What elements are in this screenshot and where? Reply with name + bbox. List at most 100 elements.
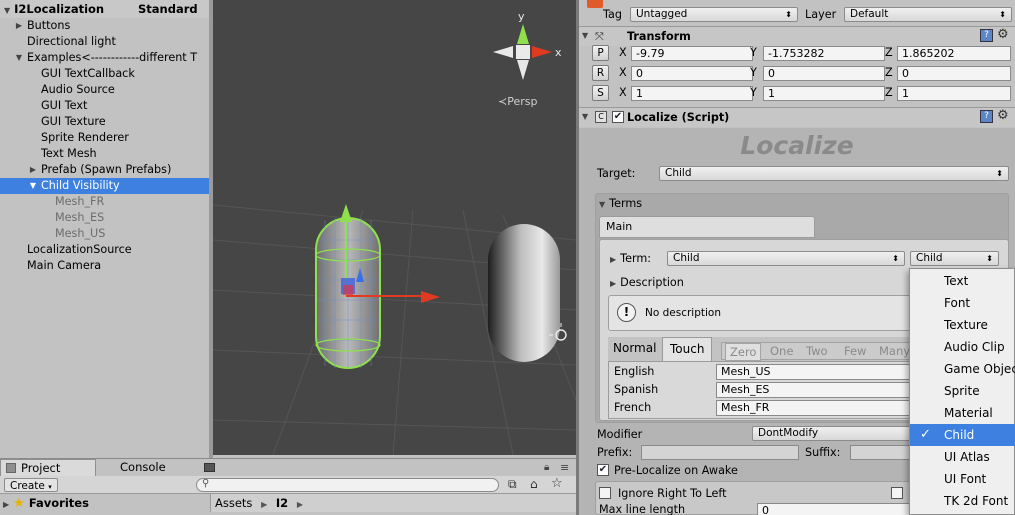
position-z-input[interactable]: 1.865202	[897, 46, 1011, 61]
script-enabled-checkbox[interactable]: ✔	[612, 111, 624, 123]
menu-item-label: Game Object	[944, 362, 1015, 376]
menu-item[interactable]: ✓ Child	[910, 424, 1015, 446]
capsule-mesh[interactable]	[488, 224, 560, 362]
favorites-row[interactable]: ▶ ★ Favorites	[0, 494, 209, 512]
hierarchy-item[interactable]: Mesh_US	[0, 226, 209, 242]
ignore-rtl-checkbox[interactable]	[599, 487, 611, 499]
lock-icon[interactable]: 🔒︎	[544, 462, 549, 473]
hierarchy-item[interactable]: Mesh_ES	[0, 210, 209, 226]
console-icon	[204, 463, 215, 472]
rotation-x-input[interactable]: 0	[631, 66, 753, 81]
hierarchy-item[interactable]: GUI Texture	[0, 114, 209, 130]
hierarchy-root-row[interactable]: ▼ I2Localization Standard	[0, 0, 209, 18]
tab-project-label: Project	[21, 461, 61, 475]
hierarchy-item[interactable]: Audio Source	[0, 82, 209, 98]
menu-item[interactable]: Material	[910, 402, 1015, 424]
hierarchy-item[interactable]: GUI TextCallback	[0, 66, 209, 82]
hierarchy-item[interactable]: GUI Text	[0, 98, 209, 114]
tab-console[interactable]: Console	[100, 459, 215, 476]
menu-item-label: Material	[944, 406, 993, 420]
hierarchy-item[interactable]: Main Camera	[0, 258, 209, 274]
plural-tab-zero[interactable]: Zero	[725, 343, 762, 361]
plural-tab-one[interactable]: One	[766, 343, 797, 361]
modifier-dropdown[interactable]: DontModify	[752, 426, 912, 441]
rotation-reset-button[interactable]: R	[592, 65, 609, 81]
check-icon: ✓	[920, 427, 931, 442]
menu-item[interactable]: Game Object	[910, 358, 1015, 380]
perspective-label[interactable]: ≺Persp	[498, 95, 537, 108]
expand-down-icon[interactable]: ▼	[14, 50, 24, 66]
hierarchy-item[interactable]: Directional light	[0, 34, 209, 50]
help-icon[interactable]: ?	[980, 29, 993, 42]
term-toggle[interactable]: ▶ Term:	[610, 252, 651, 265]
favorite-star-icon[interactable]: ☆	[551, 476, 563, 491]
max-line-input[interactable]: 0	[757, 503, 912, 515]
scale-z-input[interactable]: 1	[897, 86, 1011, 101]
scale-reset-button[interactable]: S	[592, 85, 609, 101]
translation-input[interactable]: Mesh_FR	[716, 400, 938, 416]
tab-project[interactable]: Project	[0, 459, 96, 476]
menu-item[interactable]: Font	[910, 292, 1015, 314]
scale-x-input[interactable]: 1	[631, 86, 753, 101]
expand-down-icon[interactable]: ▼	[28, 178, 38, 194]
panel-menu-icon[interactable]: ≡	[560, 461, 569, 474]
tag-dropdown[interactable]: Untagged ⬍	[630, 7, 798, 22]
mode-touch-tab[interactable]: Touch	[662, 337, 713, 361]
rotation-z-label: Z	[885, 66, 893, 79]
translation-input[interactable]: Mesh_US	[716, 364, 938, 380]
hierarchy-item[interactable]: Mesh_FR	[0, 194, 209, 210]
tab-main[interactable]: Main	[599, 216, 815, 238]
script-gear-icon[interactable]: ⚙	[997, 108, 1009, 123]
scale-y-input[interactable]: 1	[763, 86, 885, 101]
hierarchy-item[interactable]: ▶ Buttons	[0, 18, 209, 34]
term-dropdown[interactable]: Child ⬍	[667, 251, 905, 266]
menu-item[interactable]: Audio Clip	[910, 336, 1015, 358]
gear-icon[interactable]: ⚙	[997, 27, 1009, 42]
breadcrumb-i2[interactable]: I2	[276, 496, 288, 510]
hierarchy-item[interactable]: ▼ Examples<------------different T	[0, 50, 209, 66]
localize-script-header[interactable]: ▼ C ✔ Localize (Script) ? ⚙	[579, 107, 1015, 127]
filter-label-icon[interactable]: ⌂	[530, 477, 538, 491]
breadcrumb-assets[interactable]: Assets	[215, 496, 252, 510]
orientation-gizmo[interactable]: y x	[493, 10, 562, 80]
transform-header[interactable]: ▼ ⤧ Transform ? ⚙	[579, 26, 1015, 46]
suffix-input[interactable]	[850, 445, 910, 460]
term-type-dropdown[interactable]: Child ⬍	[910, 251, 999, 266]
hierarchy-item[interactable]: Sprite Renderer	[0, 130, 209, 146]
filter-type-icon[interactable]: ⧉	[508, 477, 517, 492]
menu-item[interactable]: UI Atlas	[910, 446, 1015, 468]
prelocalize-checkbox[interactable]: ✔	[597, 464, 609, 476]
hierarchy-item-label: Text Mesh	[41, 147, 97, 160]
position-y-input[interactable]: -1.753282	[763, 46, 885, 61]
position-x-input[interactable]: -9.79	[631, 46, 753, 61]
expand-right-icon[interactable]: ▶	[14, 18, 24, 34]
rotation-y-input[interactable]: 0	[763, 66, 885, 81]
menu-item[interactable]: TK 2d Font	[910, 490, 1015, 512]
menu-item[interactable]: Text	[910, 270, 1015, 292]
expand-right-icon[interactable]: ▶	[28, 162, 38, 178]
hierarchy-item[interactable]: Text Mesh	[0, 146, 209, 162]
hierarchy-item[interactable]: ▼ Child Visibility	[0, 178, 209, 194]
menu-item[interactable]: UI Font	[910, 468, 1015, 490]
scene-view[interactable]: y x ≺Persp	[213, 0, 576, 455]
terms-toggle[interactable]: ▼ Terms	[599, 197, 642, 210]
position-reset-button[interactable]: P	[592, 45, 609, 61]
rotation-z-input[interactable]: 0	[897, 66, 1011, 81]
description-toggle[interactable]: ▶ Description	[610, 276, 684, 289]
menu-item[interactable]: Sprite	[910, 380, 1015, 402]
menu-item[interactable]: Texture	[910, 314, 1015, 336]
plural-tab-two[interactable]: Two	[802, 343, 832, 361]
project-search-input[interactable]: ⚲	[196, 478, 499, 492]
plural-tab-few[interactable]: Few	[840, 343, 870, 361]
hierarchy-item-label: Main Camera	[27, 259, 102, 272]
hierarchy-item[interactable]: LocalizationSource	[0, 242, 209, 258]
option-checkbox[interactable]	[891, 487, 903, 499]
mode-normal-tab[interactable]: Normal	[606, 340, 663, 358]
translation-input[interactable]: Mesh_ES	[716, 382, 938, 398]
layer-dropdown[interactable]: Default ⬍	[844, 7, 1012, 22]
create-button[interactable]: Create ▾	[4, 478, 58, 492]
hierarchy-item[interactable]: ▶ Prefab (Spawn Prefabs)	[0, 162, 209, 178]
script-help-icon[interactable]: ?	[980, 110, 993, 123]
prefix-input[interactable]	[641, 445, 799, 460]
target-dropdown[interactable]: Child ⬍	[659, 166, 1009, 181]
